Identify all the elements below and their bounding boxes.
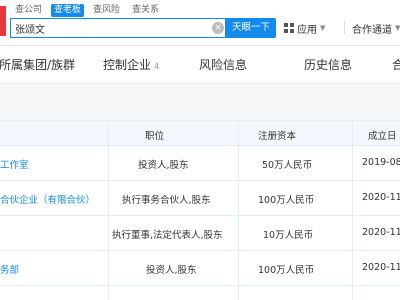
section-tabs: 所属集团/族群 控制企业 4 风险信息 历史信息 合 [0, 46, 400, 84]
tab-group-label: 所属集团/族群 [0, 58, 76, 72]
tab-controlled-companies[interactable]: 控制企业 4 [103, 56, 159, 73]
date-cell: 2020-11- [362, 227, 400, 238]
capital-cell: 100万人民币 [258, 265, 315, 276]
table-row: 合伙企业（有限合伙） 执行事务合伙人,股东 100万人民币 2020-11- [0, 181, 400, 216]
position-cell: 投资人,股东 [146, 265, 197, 276]
tab-risk-label: 风险信息 [199, 58, 248, 72]
partner-menu[interactable]: 合作通道 ▼ [352, 20, 400, 36]
app-menu[interactable]: 应用 ▼ [284, 20, 325, 36]
company-link[interactable]: 工作室 [0, 157, 29, 171]
table-row: 执行董事,法定代表人,股东 10万人民币 2020-11- [0, 216, 400, 251]
tab-controlled-label: 控制企业 [103, 58, 152, 72]
tab-history-info[interactable]: 历史信息 [304, 56, 352, 73]
tab-more[interactable]: 合 [392, 56, 400, 73]
position-cell: 执行董事,法定代表人,股东 [112, 230, 223, 241]
menu-divider [344, 21, 345, 34]
search-input[interactable] [15, 21, 205, 36]
capital-cell: 100万人民币 [258, 195, 315, 206]
header-position: 职位 [145, 131, 165, 142]
chevron-down-icon: ▼ [395, 24, 400, 32]
header-capital: 注册资本 [258, 131, 297, 142]
top-header: 查公司 查老板 查风险 查关系 × 天眼一下 应用 ▼ 合作通道 ▼ [0, 0, 400, 46]
tab-group[interactable]: 所属集团/族群 [0, 56, 75, 73]
search-type-tabs: 查公司 查老板 查风险 查关系 [12, 4, 162, 17]
table-row: 工作室 投资人,股东 50万人民币 2019-08- [0, 146, 400, 181]
column-divider [352, 120, 353, 300]
tab-risk-info[interactable]: 风险信息 [199, 56, 247, 73]
date-cell: 2020-11- [362, 262, 400, 273]
column-divider [108, 120, 109, 300]
search-button[interactable]: 天眼一下 [226, 18, 276, 38]
position-cell: 执行事务合伙人,股东 [122, 195, 211, 206]
tab-more-label: 合 [392, 58, 400, 72]
logo[interactable] [0, 6, 6, 36]
search-tab-risk[interactable]: 查风险 [90, 4, 123, 17]
search-tab-company[interactable]: 查公司 [12, 4, 45, 17]
tab-count-badge: 4 [154, 62, 160, 71]
table-header: 职位 注册资本 成立日 [0, 120, 400, 146]
capital-cell: 10万人民币 [263, 230, 314, 241]
partner-menu-label: 合作通道 [352, 24, 392, 36]
clear-icon[interactable]: × [212, 22, 224, 34]
capital-cell: 50万人民币 [262, 160, 313, 171]
company-link[interactable]: 合伙企业（有限合伙） [0, 192, 95, 206]
date-cell: 2019-08- [362, 157, 400, 168]
position-cell: 投资人,股东 [138, 160, 189, 171]
tab-history-label: 历史信息 [304, 58, 353, 72]
section-spacer [0, 84, 400, 120]
date-cell: 2020-11- [362, 192, 400, 203]
column-divider [238, 120, 239, 300]
search-tab-relation[interactable]: 查关系 [129, 4, 162, 17]
search-box: × [10, 18, 226, 38]
chevron-down-icon: ▼ [320, 24, 326, 32]
controlled-companies-table: 职位 注册资本 成立日 工作室 投资人,股东 50万人民币 2019-08- 合… [0, 120, 400, 300]
search-tab-boss[interactable]: 查老板 [51, 4, 85, 17]
company-link[interactable]: 务部 [0, 262, 19, 276]
grid-icon [284, 23, 294, 33]
table-row: 务部 投资人,股东 100万人民币 2020-11- [0, 251, 400, 286]
app-menu-label: 应用 [297, 24, 317, 36]
header-established: 成立日 [368, 131, 397, 142]
